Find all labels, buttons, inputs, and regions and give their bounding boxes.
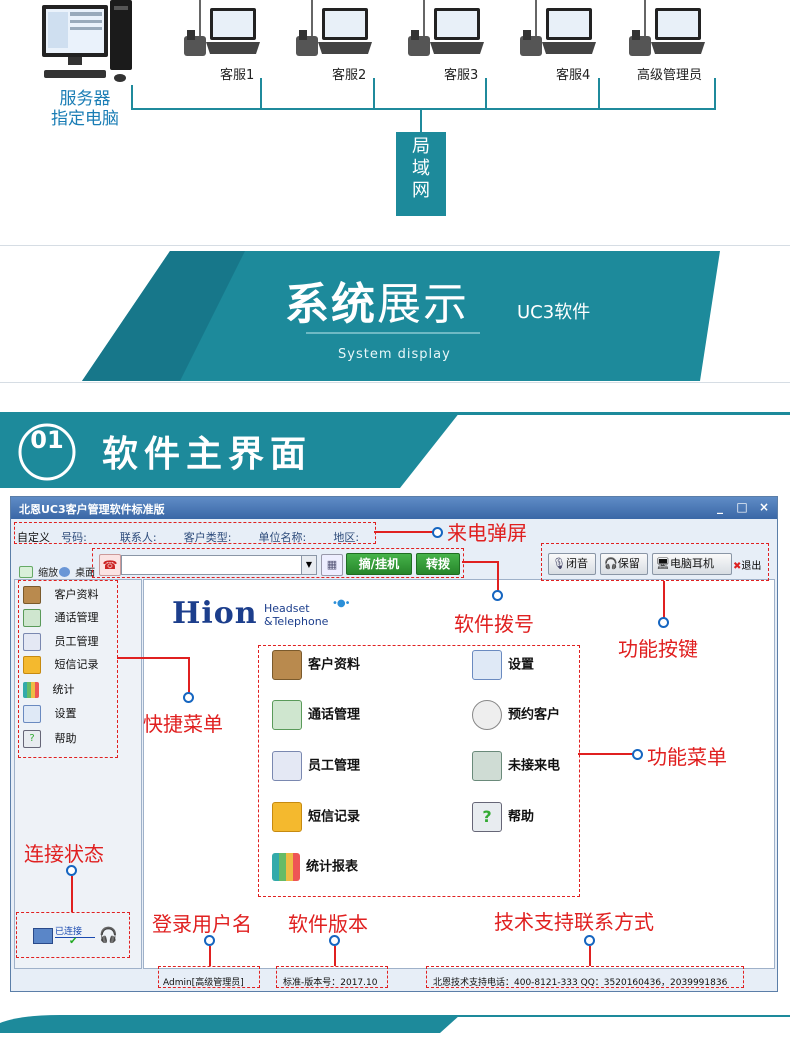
network-line (131, 108, 716, 110)
annotation-line (497, 561, 499, 593)
zoom-icon (19, 565, 33, 578)
annotation-line (462, 561, 498, 563)
station-label: 客服4 (556, 68, 591, 83)
annotation-dot (432, 527, 443, 538)
station-label: 客服1 (220, 68, 255, 83)
annotation-dot (329, 935, 340, 946)
station-2: 客服2 (292, 0, 372, 83)
laptop-phone-icon (520, 0, 596, 56)
annotation-box (14, 522, 376, 544)
network-line (714, 78, 716, 110)
section-title: 软件主界面 (102, 434, 313, 475)
annotation-line (188, 657, 190, 695)
annotation-box (258, 645, 580, 897)
annotation-dialing: 软件拨号 (454, 612, 534, 636)
annotation-line (334, 946, 336, 966)
annotation-version: 软件版本 (288, 912, 368, 936)
network-line (131, 85, 133, 110)
annotation-connection: 连接状态 (24, 842, 104, 866)
zoom-toggle[interactable]: 缩放 (19, 561, 58, 580)
network-line (420, 108, 422, 133)
desktop-icon (59, 566, 70, 577)
server-label-line2: 指定电脑 (51, 109, 119, 129)
annotation-box (158, 966, 260, 988)
annotation-line (209, 946, 211, 966)
section-number: 01 (30, 426, 64, 454)
annotation-line (589, 946, 591, 966)
station-label: 客服3 (444, 68, 479, 83)
annotation-line (578, 753, 634, 755)
minimize-button[interactable]: _ (711, 500, 729, 514)
bottom-decoration-shape (0, 1015, 790, 1033)
annotation-dot (204, 935, 215, 946)
annotation-dot (183, 692, 194, 703)
server-label-line1: 服务器 (59, 89, 111, 109)
annotation-login: 登录用户名 (152, 912, 252, 936)
network-line (260, 78, 262, 110)
server-computer-icon (40, 0, 135, 85)
logo-sub-line1: Headset (264, 602, 310, 615)
laptop-phone-icon (408, 0, 484, 56)
maximize-button[interactable]: □ (733, 500, 751, 514)
annotation-box (92, 548, 464, 578)
station-1: 客服1 (180, 0, 260, 83)
annotation-dot (492, 590, 503, 601)
server-label: 服务器 指定电脑 (30, 89, 140, 129)
annotation-quick-menu: 快捷菜单 (143, 712, 223, 736)
logo-text: Hion (172, 596, 258, 631)
desktop-toggle[interactable]: 桌面 (59, 561, 95, 580)
banner-english: System display (338, 347, 451, 362)
banner-title-bold: 系统 (285, 279, 377, 330)
annotation-line (663, 581, 665, 619)
window-title: 北恩UC3客户管理软件标准版 (19, 503, 165, 516)
annotation-box (18, 580, 118, 758)
zoom-label: 缩放 (38, 568, 59, 579)
station-3: 客服3 (404, 0, 484, 83)
banner-title: 系统展示 (285, 268, 469, 332)
station-label: 高级管理员 (637, 68, 703, 83)
annotation-box (16, 912, 130, 958)
annotation-line (117, 657, 189, 659)
logo-sub-line2: &Telephone (264, 615, 329, 628)
logo-sub: Headset &Telephone (264, 602, 328, 628)
lan-box: 局 域 网 (396, 132, 446, 216)
annotation-box (541, 543, 769, 581)
station-4: 客服4 (516, 0, 596, 83)
network-line (485, 78, 487, 110)
laptop-phone-icon (296, 0, 372, 56)
laptop-phone-icon (184, 0, 260, 56)
bottom-decoration (0, 1015, 790, 1033)
station-5: 高级管理员 (625, 0, 735, 83)
hion-logo: Hion •●• Headset &Telephone (172, 596, 351, 631)
title-bar: 北恩UC3客户管理软件标准版 _ □ × (11, 497, 777, 519)
annotation-incoming: 来电弹屏 (447, 521, 527, 545)
laptop-phone-icon (629, 0, 705, 56)
annotation-box (276, 966, 388, 988)
annotation-func-menu: 功能菜单 (647, 745, 727, 769)
network-line (598, 78, 600, 110)
close-button[interactable]: × (755, 500, 773, 514)
network-line (373, 78, 375, 110)
annotation-dot (584, 935, 595, 946)
annotation-line (71, 876, 73, 912)
banner-subtitle: UC3软件 (517, 302, 591, 323)
annotation-support: 技术支持联系方式 (494, 910, 654, 934)
annotation-dot (658, 617, 669, 628)
annotation-dot (66, 865, 77, 876)
station-label: 客服2 (332, 68, 367, 83)
annotation-func-keys: 功能按键 (618, 637, 698, 661)
logo-dots-icon: •●• (332, 598, 351, 609)
banner-title-normal: 展示 (377, 279, 469, 330)
annotation-box (426, 966, 744, 988)
annotation-line (374, 531, 434, 533)
annotation-dot (632, 749, 643, 760)
